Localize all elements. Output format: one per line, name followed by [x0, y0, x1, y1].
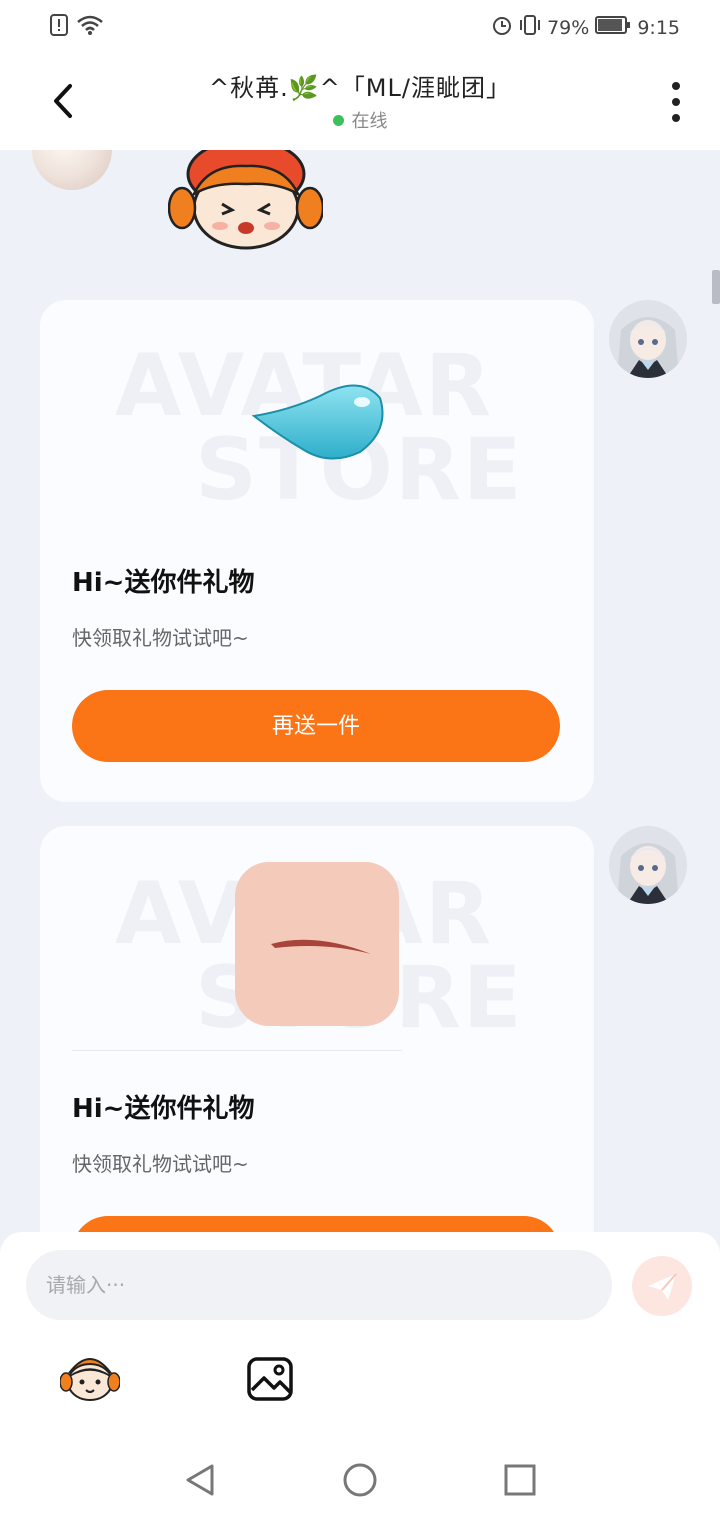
chat-message-list[interactable]: AVATAR STORE Hi~送你件礼物 快领取礼物试试吧~ 再送一件 AVA…	[0, 150, 720, 1240]
cartoon-face-icon	[59, 1358, 121, 1401]
paper-plane-icon	[648, 1273, 677, 1300]
send-another-gift-button[interactable]: 再送一件	[72, 690, 560, 762]
vibrate-icon	[519, 14, 541, 41]
nav-recents-button[interactable]	[504, 1464, 536, 1500]
clock-time: 9:15	[637, 16, 680, 39]
online-status-label: 在线	[351, 111, 388, 132]
sticker-button[interactable]	[59, 1352, 121, 1404]
image-picker-button[interactable]	[246, 1356, 294, 1402]
online-status: 在线	[140, 107, 580, 133]
gift-card: AVATAR STORE Hi~送你件礼物 快领取礼物试试吧~	[40, 826, 594, 1240]
circle-home-icon	[343, 1463, 377, 1497]
chat-title: ^秋苒.🌿^「ML/涯眦团」	[209, 74, 511, 102]
gift-card-title: Hi~送你件礼物	[72, 1094, 255, 1124]
send-button[interactable]	[632, 1256, 692, 1316]
more-options-button[interactable]	[668, 82, 684, 122]
anime-girl-avatar-icon	[609, 300, 687, 378]
battery-icon	[595, 16, 631, 39]
water-drop-item-icon	[251, 384, 384, 460]
back-button[interactable]	[42, 78, 86, 124]
cartoon-sticker-message[interactable]	[167, 150, 325, 256]
cartoon-sticker-icon	[167, 150, 325, 250]
alarm-icon	[491, 14, 513, 41]
chat-scrollbar[interactable]	[712, 270, 720, 304]
gift-card-subtitle: 快领取礼物试试吧~	[72, 1152, 249, 1176]
gift-card: AVATAR STORE Hi~送你件礼物 快领取礼物试试吧~ 再送一件	[40, 300, 594, 802]
chevron-left-icon	[54, 84, 72, 118]
gift-card-subtitle: 快领取礼物试试吧~	[72, 626, 249, 650]
eyebrow-item-icon	[235, 862, 399, 1026]
chat-header: ^秋苒.🌿^「ML/涯眦团」 在线	[0, 56, 720, 150]
square-recents-icon	[504, 1464, 536, 1496]
status-bar: 79% 9:15	[0, 0, 720, 56]
alert-sim-icon	[50, 14, 68, 40]
battery-percent: 79%	[547, 16, 590, 39]
wifi-icon	[76, 14, 104, 40]
message-input[interactable]	[26, 1250, 612, 1320]
card-divider	[72, 1050, 402, 1051]
more-dot-icon	[672, 98, 680, 106]
image-icon	[247, 1357, 293, 1401]
triangle-back-icon	[186, 1464, 214, 1496]
anime-girl-avatar-icon	[609, 826, 687, 904]
more-dot-icon	[672, 114, 680, 122]
my-avatar[interactable]	[609, 300, 687, 378]
nav-back-button[interactable]	[182, 1462, 218, 1502]
gift-card-title: Hi~送你件礼物	[72, 568, 255, 598]
nav-home-button[interactable]	[342, 1462, 378, 1502]
online-dot-icon	[332, 114, 344, 126]
more-dot-icon	[672, 82, 680, 90]
my-avatar[interactable]	[609, 826, 687, 904]
system-navigation-bar	[0, 1440, 720, 1520]
chat-title-block: ^秋苒.🌿^「ML/涯眦团」 在线	[140, 68, 580, 133]
contact-avatar[interactable]	[32, 150, 112, 190]
